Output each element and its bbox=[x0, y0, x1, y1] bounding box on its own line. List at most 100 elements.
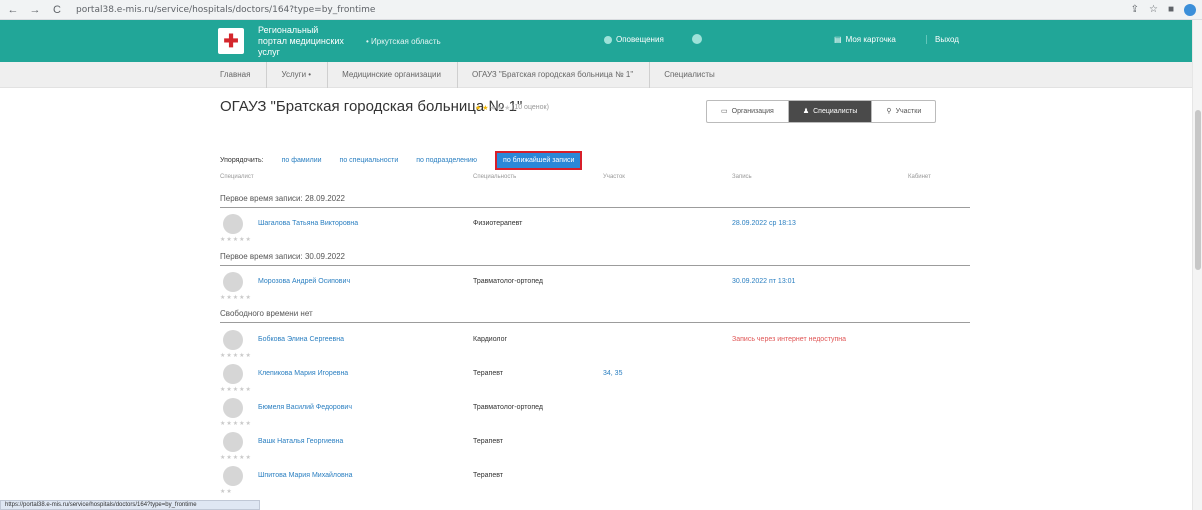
doctor-specialty: Терапевт bbox=[473, 370, 504, 377]
rating-empty-stars: ★★★ bbox=[489, 105, 512, 112]
portal-logo[interactable]: ✚ bbox=[218, 28, 244, 54]
crumb-home[interactable]: Главная bbox=[220, 61, 268, 88]
rating-filled-stars: ★★ bbox=[475, 105, 490, 112]
tab-label: Специалисты bbox=[813, 108, 858, 115]
table-row: Морозова Андрей Осипович ★★★★★ Травматол… bbox=[220, 272, 970, 301]
appointment-time-link[interactable]: 28.09.2022 ср 18:13 bbox=[732, 220, 796, 227]
table-row: Шагалова Татьяна Викторовна ★★★★★ Физиот… bbox=[220, 214, 970, 243]
doctor-name[interactable]: Бобкова Элина Сергеевна bbox=[258, 336, 344, 343]
avatar bbox=[223, 330, 243, 350]
doctor-specialty: Травматолог-ортопед bbox=[473, 404, 543, 411]
group-header: Первое время записи: 30.09.2022 bbox=[220, 252, 970, 266]
my-card-link[interactable]: ▤ Моя карточка bbox=[834, 35, 896, 44]
location-icon: ⚲ bbox=[886, 108, 892, 115]
page-scrollbar[interactable] bbox=[1192, 20, 1202, 510]
doctor-name[interactable]: Клепикова Мария Игоревна bbox=[258, 370, 348, 377]
bookmark-star-icon[interactable]: ☆ bbox=[1149, 4, 1158, 15]
col-specialty: Специальность bbox=[473, 174, 517, 180]
doctor-rating: ★★★★★ bbox=[220, 387, 252, 393]
group-header: Первое время записи: 28.09.2022 bbox=[220, 194, 970, 208]
hospital-rating: ★★★★★ bbox=[475, 104, 511, 112]
address-bar[interactable]: portal38.e-mis.ru/service/hospitals/doct… bbox=[76, 5, 1123, 15]
avatar bbox=[223, 466, 243, 486]
profile-avatar[interactable] bbox=[1184, 3, 1196, 16]
main-content: ОГАУЗ "Братская городская больница № 1" … bbox=[220, 88, 970, 495]
my-card-label: Моя карточка bbox=[845, 35, 896, 44]
logout-link[interactable]: Выход bbox=[926, 35, 959, 44]
col-appointment: Запись bbox=[732, 174, 752, 180]
doctor-specialty: Физиотерапевт bbox=[473, 220, 523, 227]
avatar bbox=[223, 398, 243, 418]
sort-by-specialty[interactable]: по специальности bbox=[340, 157, 399, 164]
sort-by-nearest-button[interactable]: по ближайшей записи bbox=[494, 150, 584, 171]
view-tabs: ▭ Организация ♟ Специалисты ⚲ Участки bbox=[706, 100, 937, 123]
red-cross-icon: ✚ bbox=[223, 31, 239, 51]
reviews-count[interactable]: (10 оценок) bbox=[512, 104, 549, 111]
crumb-services[interactable]: Услуги • bbox=[281, 61, 329, 88]
avatar bbox=[223, 432, 243, 452]
tab-organization[interactable]: ▭ Организация bbox=[707, 101, 789, 122]
avatar bbox=[223, 364, 243, 384]
doctor-rating: ★★★★★ bbox=[220, 237, 252, 243]
doctor-specialty: Травматолог-ортопед bbox=[473, 278, 543, 285]
doctor-name[interactable]: Вашк Наталья Георгиевна bbox=[258, 438, 343, 445]
col-office: Кабинет bbox=[908, 174, 931, 180]
col-specialist: Специалист bbox=[220, 174, 254, 180]
appointment-time-link[interactable]: 30.09.2022 пт 13:01 bbox=[732, 278, 795, 285]
doctor-specialty: Терапевт bbox=[473, 438, 504, 445]
region-selector[interactable]: • Иркутская область bbox=[366, 37, 441, 46]
people-icon: ♟ bbox=[802, 108, 810, 115]
doctor-name[interactable]: Бюмеля Василий Федорович bbox=[258, 404, 352, 411]
reload-icon[interactable]: C bbox=[50, 3, 64, 17]
bell-icon bbox=[604, 35, 612, 44]
table-header: Специалист Специальность Участок Запись … bbox=[220, 174, 970, 184]
notifications-link[interactable]: Оповещения bbox=[604, 35, 664, 44]
doctor-name[interactable]: Шагалова Татьяна Викторовна bbox=[258, 220, 358, 227]
doctor-rating: ★★★★★ bbox=[220, 295, 252, 301]
portal-title[interactable]: Региональный портал медицинских услуг bbox=[258, 25, 348, 58]
avatar bbox=[223, 214, 243, 234]
tab-specialists[interactable]: ♟ Специалисты bbox=[788, 101, 873, 122]
status-bar-url: https://portal38.e-mis.ru/service/hospit… bbox=[0, 500, 260, 510]
appointment-unavailable: Запись через интернет недоступна bbox=[732, 336, 847, 343]
tab-districts[interactable]: ⚲ Участки bbox=[872, 101, 935, 122]
doctor-rating: ★★★★★ bbox=[220, 353, 252, 359]
doctor-rating: ★★★★★ bbox=[220, 421, 252, 427]
building-icon: ▭ bbox=[721, 108, 728, 115]
share-icon[interactable]: ⇪ bbox=[1131, 4, 1139, 15]
window-icon[interactable]: ■ bbox=[1168, 4, 1174, 15]
doctor-rating: ★★ bbox=[220, 489, 233, 495]
crumb-organizations[interactable]: Медицинские организации bbox=[342, 61, 458, 88]
doctor-specialty: Терапевт bbox=[473, 472, 504, 479]
avatar bbox=[223, 272, 243, 292]
doctor-name[interactable]: Шпитова Мария Михайловна bbox=[258, 472, 352, 479]
table-row: Бюмеля Василий Федорович ★★★★★ Травматол… bbox=[220, 398, 970, 427]
doctor-district[interactable]: 34, 35 bbox=[603, 370, 622, 377]
title-row: ОГАУЗ "Братская городская больница № 1" … bbox=[220, 88, 970, 123]
doctor-rating: ★★★★★ bbox=[220, 455, 252, 461]
scrollbar-thumb[interactable] bbox=[1195, 110, 1201, 270]
sort-by-surname[interactable]: по фамилии bbox=[282, 157, 322, 164]
crumb-specialists: Специалисты bbox=[664, 69, 715, 79]
col-district: Участок bbox=[603, 174, 625, 180]
group-header: Свободного времени нет bbox=[220, 309, 970, 323]
browser-toolbar: ← → C portal38.e-mis.ru/service/hospital… bbox=[0, 0, 1202, 20]
table-row: Бобкова Элина Сергеевна ★★★★★ Кардиолог … bbox=[220, 330, 970, 359]
sort-by-department[interactable]: по подразделению bbox=[416, 157, 477, 164]
breadcrumb: Главная Услуги • Медицинские организации… bbox=[0, 61, 1202, 88]
table-row: Вашк Наталья Георгиевна ★★★★★ Терапевт bbox=[220, 432, 970, 461]
tab-label: Участки bbox=[895, 108, 922, 115]
crumb-hospital[interactable]: ОГАУЗ "Братская городская больница № 1" bbox=[472, 61, 651, 88]
table-row: Клепикова Мария Игоревна ★★★★★ Терапевт … bbox=[220, 364, 970, 393]
forward-icon[interactable]: → bbox=[28, 3, 42, 17]
notifications-label: Оповещения bbox=[616, 35, 664, 44]
doctor-specialty: Кардиолог bbox=[473, 336, 508, 343]
back-icon[interactable]: ← bbox=[6, 3, 20, 17]
card-icon: ▤ bbox=[834, 35, 842, 44]
doctor-name[interactable]: Морозова Андрей Осипович bbox=[258, 278, 350, 285]
sort-bar: Упорядочить: по фамилии по специальности… bbox=[220, 150, 584, 171]
notification-badge bbox=[692, 34, 702, 44]
tab-label: Организация bbox=[731, 108, 774, 115]
table-row: Шпитова Мария Михайловна ★★ Терапевт bbox=[220, 466, 970, 495]
sort-label: Упорядочить: bbox=[220, 157, 264, 164]
